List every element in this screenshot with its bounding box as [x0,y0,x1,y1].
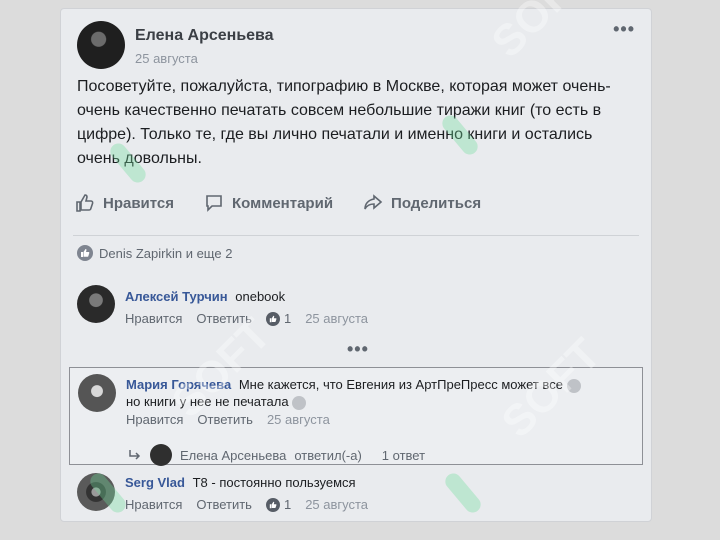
comment-text: onebook [235,289,286,304]
comment-date[interactable]: 25 августа [305,311,368,326]
reply-action: ответил(-а) [294,447,362,463]
reply-count: 1 ответ [381,447,426,463]
comment-likes[interactable]: 1 [265,311,292,326]
smiley-icon [292,395,307,410]
commenter-name[interactable]: Алексей Турчин [125,289,228,304]
share-icon [364,194,383,210]
comment-like-link[interactable]: Нравится [125,311,182,326]
author-avatar[interactable] [77,21,125,69]
commenter-name[interactable]: Serg Vlad [125,475,185,490]
reply-author: Елена Арсеньева [180,447,287,463]
comment-reply-link[interactable]: Ответить [196,497,252,512]
like-count: 1 [283,497,292,512]
author-name[interactable]: Елена Арсеньева [135,27,274,45]
thumbs-up-icon [76,194,94,212]
share-label: Поделиться [391,194,482,212]
post-author: Елена Арсеньева 25 августа [77,21,274,69]
post-card: Елена Арсеньева 25 августа ••• Посоветуй… [60,8,652,522]
reply-arrow-icon [129,450,141,460]
comment-text: Мне кажется, что Евгения из АртПреПресс … [238,377,563,392]
like-count-icon [265,311,280,326]
comment-like-link[interactable]: Нравится [126,412,183,427]
highlighted-comment: Мария Горячева Мне кажется, что Евгения … [69,367,643,466]
comment-label: Комментарий [232,194,334,212]
commenter-avatar[interactable] [77,473,115,511]
like-count-icon [265,497,280,512]
post-date[interactable]: 25 августа [135,51,274,66]
reactions-text: Denis Zapirkin и еще 2 [99,245,233,261]
commenter-name[interactable]: Мария Горячева [126,377,231,392]
post-options-button[interactable]: ••• [613,19,635,40]
like-count: 1 [283,311,292,326]
post-text: Посоветуйте, пожалуйста, типографию в Мо… [77,78,611,167]
post-actions: Нравится Комментарий Поделиться [75,193,481,213]
smiley-icon [566,378,581,393]
comment-likes[interactable]: 1 [265,497,292,512]
comment-button[interactable]: Комментарий [204,193,333,213]
comment-reply-link[interactable]: Ответить [196,311,252,326]
commenter-avatar[interactable] [77,285,115,323]
comment-date[interactable]: 25 августа [305,497,368,512]
comment-icon [206,195,222,212]
like-label: Нравится [103,194,175,212]
reactions-summary[interactable]: Denis Zapirkin и еще 2 [77,245,232,261]
reply-author-avatar [150,444,172,466]
more-comments-button[interactable]: ••• [347,339,369,360]
replies-link[interactable]: Елена Арсеньева ответил(-а) 1 ответ [128,444,425,466]
like-reaction-icon [77,245,93,261]
comment-text-continued: но книги у нее не печатала [126,394,289,409]
comment-reply-link[interactable]: Ответить [197,412,253,427]
comment-text: Т8 - постоянно пользуемся [192,475,356,490]
like-button[interactable]: Нравится [75,193,174,213]
comment-item: Serg Vlad Т8 - постоянно пользуемся Нрав… [77,473,368,512]
comment-like-link[interactable]: Нравится [125,497,182,512]
comment-date[interactable]: 25 августа [267,412,330,427]
comment-item: Алексей Турчин onebook Нравится Ответить… [77,285,368,326]
share-button[interactable]: Поделиться [363,193,481,213]
divider [73,235,639,236]
comment-item: Мария Горячева Мне кажется, что Евгения … [78,374,581,427]
commenter-avatar[interactable] [78,374,116,412]
